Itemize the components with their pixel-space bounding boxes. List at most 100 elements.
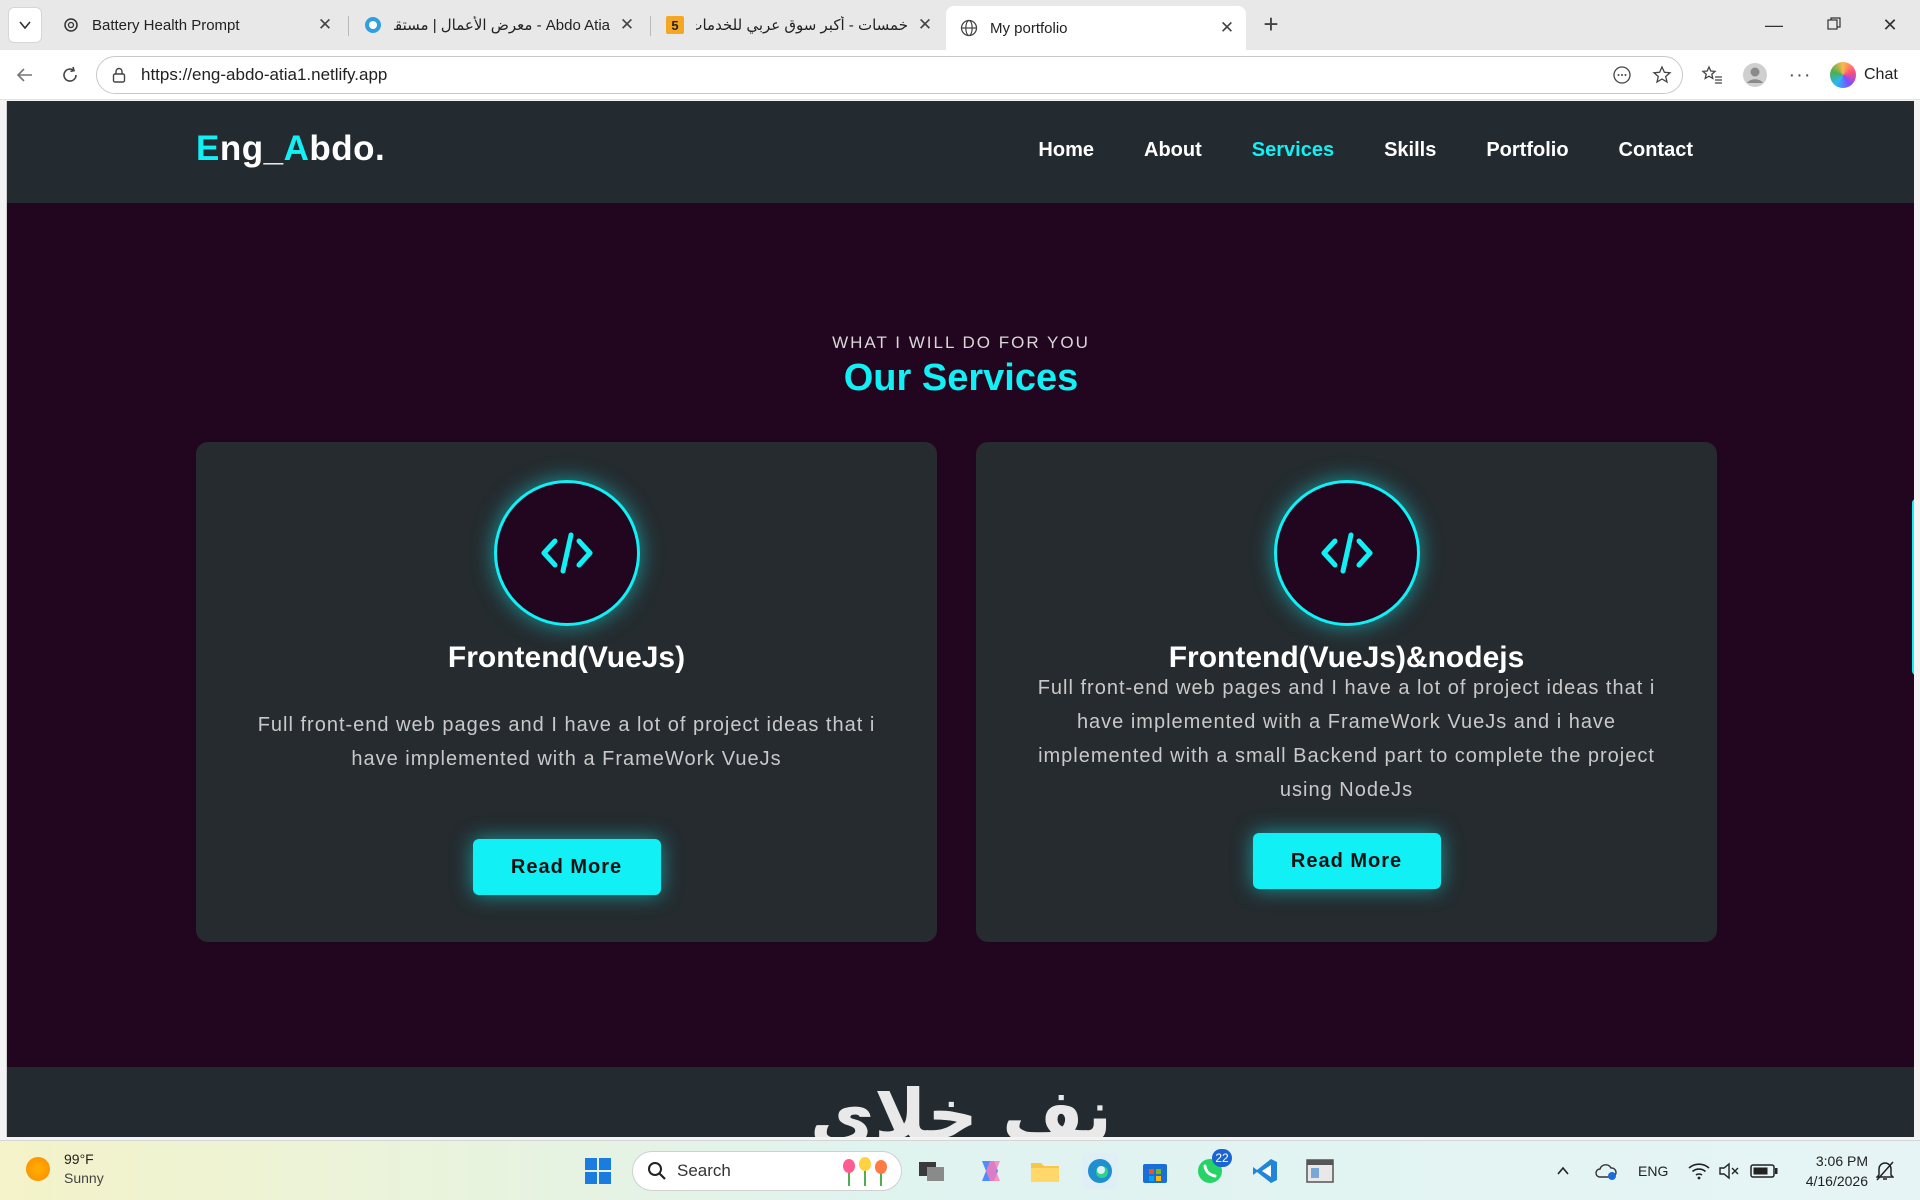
copilot-taskbar-button[interactable] (972, 1153, 1008, 1189)
favorite-star-icon[interactable] (1642, 65, 1682, 85)
copilot-chat-button[interactable]: Chat (1830, 60, 1898, 90)
read-more-button[interactable]: Read More (472, 839, 661, 895)
logo-text-part1: ng_ (219, 129, 284, 168)
copilot-icon (982, 1161, 1000, 1181)
refresh-button[interactable] (55, 60, 85, 90)
nav-portfolio[interactable]: Portfolio (1486, 139, 1568, 162)
code-icon (541, 532, 592, 574)
battery-tray-icon[interactable] (1750, 1141, 1778, 1200)
code-icon (1321, 532, 1372, 574)
edge-taskbar-button[interactable] (1082, 1153, 1118, 1189)
taskbar-search[interactable]: Search (632, 1151, 902, 1191)
tab-title: خمسات - أكبر سوق عربي للخدمات الـ (696, 17, 908, 34)
task-view-button[interactable] (914, 1153, 950, 1189)
weather-widget[interactable]: 99°F Sunny (26, 1151, 104, 1186)
tab-mostaql[interactable]: Abdo Atia - معرض الأعمال | مستقل ✕ (350, 6, 646, 44)
service-card-description: Full front-end web pages and I have a lo… (257, 714, 876, 770)
file-explorer-button[interactable] (1027, 1153, 1063, 1189)
tab-title: Battery Health Prompt (92, 16, 240, 34)
reader-mode-icon[interactable] (1602, 65, 1642, 85)
show-hidden-icons-button[interactable] (1556, 1141, 1570, 1200)
close-icon[interactable]: ✕ (618, 15, 636, 35)
service-icon-circle (493, 480, 640, 626)
next-section: نف خلاي (7, 1067, 1914, 1137)
site-nav-menu: Home About Services Skills Portfolio Con… (1038, 139, 1693, 162)
profile-button[interactable] (1740, 60, 1770, 90)
back-button[interactable] (10, 60, 40, 90)
chat-label: Chat (1864, 66, 1898, 83)
close-window-button[interactable]: ✕ (1870, 10, 1910, 40)
volume-tray-icon[interactable] (1718, 1141, 1740, 1200)
battery-icon (1750, 1164, 1778, 1178)
nav-skills[interactable]: Skills (1384, 139, 1436, 162)
browser-toolbar: https://eng-abdo-atia1.netlify.app ··· C… (0, 50, 1920, 100)
app-taskbar-button[interactable] (1302, 1153, 1338, 1189)
site-header: Eng_Abdo. Home About Services Skills Por… (7, 101, 1914, 203)
chevron-down-icon (19, 21, 31, 30)
services-subtitle: WHAT I WILL DO FOR YOU (832, 333, 1090, 352)
minimize-button[interactable]: — (1754, 10, 1794, 40)
volume-muted-icon (1719, 1162, 1739, 1180)
notifications-button[interactable] (1876, 1141, 1894, 1200)
tab-strip: Battery Health Prompt ✕ Abdo Atia - معرض… (0, 0, 1920, 50)
page-scrollbar-thumb[interactable] (1912, 499, 1914, 675)
tab-my-portfolio[interactable]: My portfolio ✕ (946, 6, 1246, 50)
services-title: Our Services (843, 357, 1079, 399)
close-icon[interactable]: ✕ (316, 15, 334, 35)
tab-title: Abdo Atia - معرض الأعمال | مستقل (394, 17, 610, 34)
logo-letter-a: A (283, 129, 310, 168)
windows-taskbar: 99°F Sunny Search 22 ENG 3:06 PM 4/16/20… (0, 1140, 1920, 1200)
site-logo[interactable]: Eng_Abdo. (196, 129, 385, 169)
whatsapp-taskbar-button[interactable]: 22 (1192, 1149, 1232, 1189)
khamsat-icon: 5 (666, 16, 684, 34)
store-icon (1143, 1164, 1167, 1183)
system-clock[interactable]: 3:06 PM 4/16/2026 (1796, 1151, 1868, 1191)
vscode-icon (1253, 1159, 1277, 1183)
service-card-title: Frontend(VueJs)&nodejs (1168, 641, 1525, 674)
tab-separator (348, 16, 349, 36)
settings-more-button[interactable]: ··· (1785, 60, 1815, 90)
start-button[interactable] (580, 1153, 616, 1189)
close-icon[interactable]: ✕ (916, 15, 934, 35)
next-section-heading: نف خلاي (810, 1074, 1112, 1137)
read-more-button[interactable]: Read More (1252, 833, 1441, 889)
nav-services[interactable]: Services (1252, 139, 1334, 162)
windows-logo-icon (585, 1158, 611, 1184)
restore-icon (1827, 17, 1841, 30)
favorites-list-icon (1701, 65, 1722, 84)
weather-temp: 99°F (64, 1151, 94, 1167)
store-taskbar-button[interactable] (1137, 1153, 1173, 1189)
tab-separator (650, 16, 651, 36)
close-icon[interactable]: ✕ (1218, 18, 1236, 38)
wifi-tray-icon[interactable] (1688, 1141, 1710, 1200)
sun-icon (26, 1156, 50, 1181)
logo-letter-e: E (196, 129, 220, 168)
url-text[interactable]: https://eng-abdo-atia1.netlify.app (141, 65, 1602, 85)
nav-contact[interactable]: Contact (1619, 139, 1693, 162)
clock-date: 4/16/2026 (1805, 1173, 1868, 1189)
chevron-up-icon (1557, 1166, 1569, 1175)
task-view-icon (919, 1162, 944, 1181)
restore-button[interactable] (1814, 10, 1854, 40)
new-tab-button[interactable]: + (1256, 10, 1286, 40)
tab-actions-menu[interactable] (8, 7, 42, 43)
service-card-vuejs: Frontend(VueJs) Full front-end web pages… (196, 442, 937, 942)
tab-title: My portfolio (990, 19, 1068, 37)
tab-khamsat[interactable]: 5 خمسات - أكبر سوق عربي للخدمات الـ ✕ (652, 6, 944, 44)
nav-about[interactable]: About (1144, 139, 1202, 162)
more-dots-icon: ··· (1788, 63, 1812, 86)
language-indicator[interactable]: ENG (1638, 1141, 1668, 1200)
vscode-taskbar-button[interactable] (1247, 1153, 1283, 1189)
weather-desc: Sunny (64, 1170, 104, 1186)
nav-home[interactable]: Home (1038, 139, 1094, 162)
whatsapp-badge: 22 (1212, 1149, 1232, 1167)
openai-icon (62, 16, 80, 34)
tab-battery-health[interactable]: Battery Health Prompt ✕ (48, 6, 344, 44)
page-viewport: Eng_Abdo. Home About Services Skills Por… (6, 101, 1914, 1137)
address-bar[interactable]: https://eng-abdo-atia1.netlify.app (96, 56, 1683, 94)
onedrive-tray-icon[interactable] (1594, 1141, 1618, 1200)
service-card-vuejs-nodejs: Frontend(VueJs)&nodejs Full front-end we… (976, 442, 1717, 942)
service-card-title: Frontend(VueJs) (447, 641, 686, 674)
service-icon-circle (1273, 480, 1420, 626)
favorites-button[interactable] (1697, 60, 1727, 90)
